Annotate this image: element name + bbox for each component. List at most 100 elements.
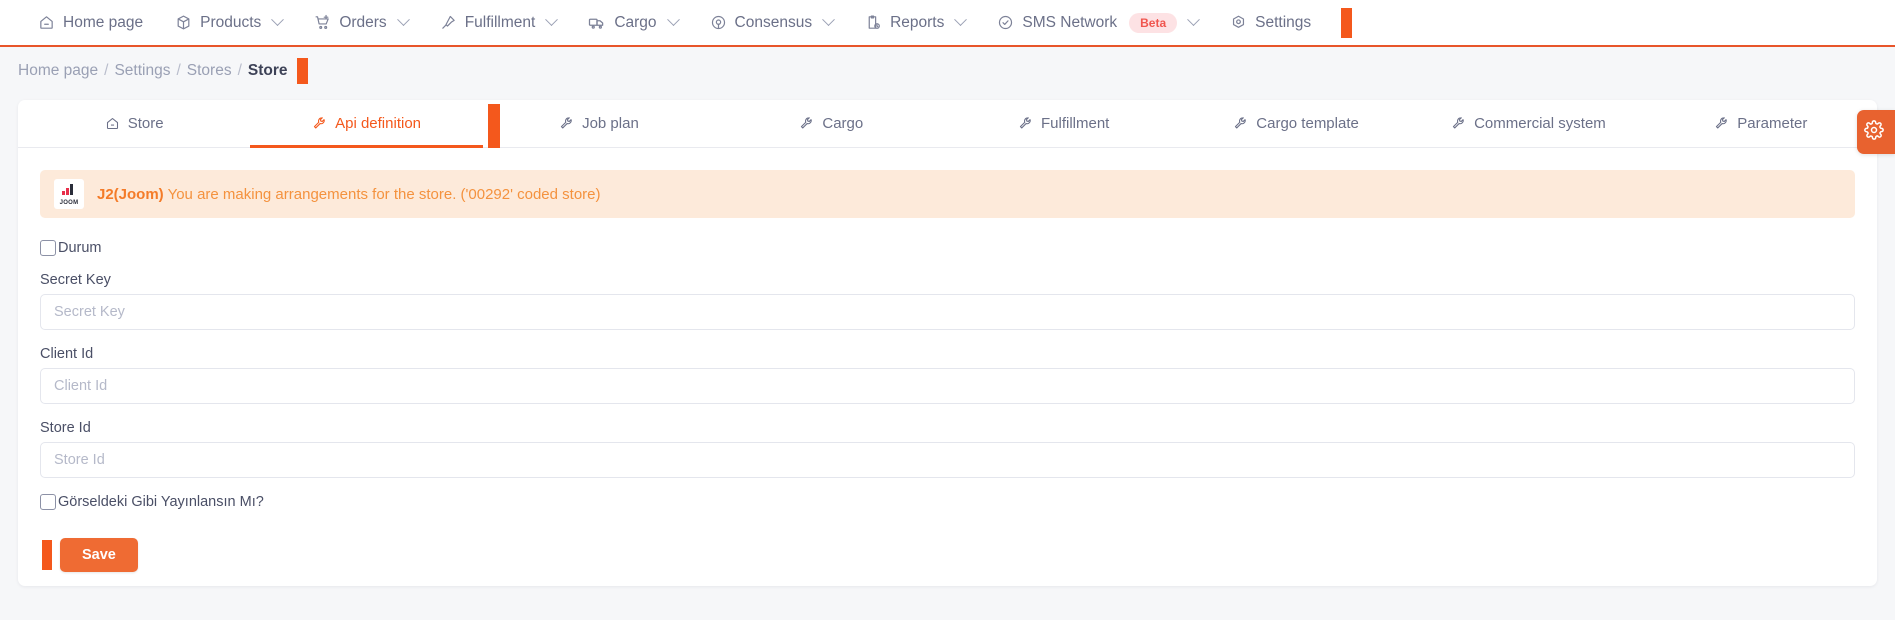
tab-fulfillment[interactable]: Fulfillment bbox=[948, 100, 1180, 147]
nav-label: Settings bbox=[1255, 13, 1312, 31]
field-secret-key: Secret Key bbox=[40, 272, 1855, 330]
nav-label: Consensus bbox=[734, 13, 813, 31]
status-checkbox-row: Durum bbox=[40, 240, 1855, 256]
home-icon bbox=[38, 14, 55, 31]
cursor-marker-breadcrumb bbox=[296, 57, 308, 84]
wrench-icon bbox=[559, 116, 574, 131]
tab-label: Cargo template bbox=[1256, 115, 1359, 132]
tab-api-definition[interactable]: Api definition bbox=[250, 100, 484, 148]
save-button[interactable]: Save bbox=[60, 538, 138, 572]
secret-key-label: Secret Key bbox=[40, 272, 111, 288]
publish-as-image-label: Görseldeki Gibi Yayınlansın Mı? bbox=[58, 494, 264, 510]
top-navigation-bar: Home page Products Orders Fulfillment Ca… bbox=[0, 0, 1895, 47]
joom-logo-text: JOOM bbox=[59, 200, 79, 206]
client-id-input[interactable] bbox=[40, 368, 1855, 404]
clipboard-clock-icon bbox=[865, 14, 882, 31]
client-id-label: Client Id bbox=[40, 346, 94, 362]
hexagon-gear-icon bbox=[1230, 14, 1247, 31]
nav-item-sms-network[interactable]: SMS Network Beta bbox=[981, 0, 1214, 45]
nav-item-reports[interactable]: Reports bbox=[849, 0, 981, 45]
publish-as-image-checkbox[interactable] bbox=[40, 494, 56, 510]
field-client-id: Client Id bbox=[40, 346, 1855, 404]
side-settings-panel-toggle[interactable] bbox=[1857, 110, 1895, 154]
status-badge: Beta bbox=[1129, 12, 1178, 33]
chevron-down-icon bbox=[666, 13, 680, 27]
banner-store-name: J2(Joom) bbox=[97, 185, 164, 203]
api-definition-form: Durum Secret Key Client Id Store Id Görs… bbox=[18, 218, 1877, 572]
wrench-icon bbox=[1233, 116, 1248, 131]
wrench-icon bbox=[799, 116, 814, 131]
breadcrumb-item-home-page[interactable]: Home page bbox=[18, 62, 98, 80]
chevron-down-icon bbox=[396, 13, 410, 27]
target-icon bbox=[710, 14, 727, 31]
chevron-down-icon bbox=[1187, 13, 1201, 27]
chevron-down-icon bbox=[271, 13, 285, 27]
nav-item-cargo[interactable]: Cargo bbox=[572, 0, 693, 45]
cursor-marker-nav bbox=[1341, 7, 1353, 38]
breadcrumb-item-current: Store bbox=[247, 61, 288, 79]
cart-plus-icon bbox=[314, 14, 331, 31]
nav-label: Reports bbox=[890, 13, 945, 31]
breadcrumb-separator: / bbox=[237, 61, 242, 79]
publish-checkbox-row: Görseldeki Gibi Yayınlansın Mı? bbox=[40, 494, 1855, 510]
wrench-icon bbox=[1018, 116, 1033, 131]
gear-icon bbox=[1864, 119, 1884, 145]
wrench-icon bbox=[312, 116, 327, 131]
tab-store[interactable]: Store bbox=[18, 100, 250, 147]
durum-checkbox-label: Durum bbox=[58, 240, 102, 256]
tab-label: Cargo bbox=[822, 115, 864, 132]
breadcrumb-separator: / bbox=[104, 61, 109, 79]
store-id-label: Store Id bbox=[40, 420, 91, 436]
nav-label: Fulfillment bbox=[464, 13, 536, 31]
check-circle-icon bbox=[997, 14, 1014, 31]
tab-job-plan[interactable]: Job plan bbox=[483, 100, 715, 147]
nav-label: SMS Network bbox=[1022, 13, 1118, 31]
chevron-down-icon bbox=[822, 13, 835, 27]
banner-message-text: You are making arrangements for the stor… bbox=[163, 185, 601, 203]
nav-item-orders[interactable]: Orders bbox=[298, 0, 423, 45]
breadcrumb-item-settings[interactable]: Settings bbox=[114, 62, 170, 80]
tab-bar: Store Api definition Job plan Cargo Fulf bbox=[18, 100, 1877, 148]
cursor-marker-tab bbox=[488, 104, 500, 148]
breadcrumb-item-stores[interactable]: Stores bbox=[187, 62, 232, 80]
secret-key-input[interactable] bbox=[40, 294, 1855, 330]
banner-message: J2(Joom) You are making arrangements for… bbox=[97, 186, 601, 203]
nav-label: Orders bbox=[339, 13, 387, 31]
tab-label: Job plan bbox=[582, 115, 639, 132]
tab-cargo[interactable]: Cargo bbox=[715, 100, 947, 147]
chevron-down-icon bbox=[545, 13, 559, 27]
tab-label: Fulfillment bbox=[1041, 115, 1110, 132]
nav-label: Cargo bbox=[614, 13, 657, 31]
nav-label: Products bbox=[200, 13, 262, 31]
nav-item-consensus[interactable]: Consensus bbox=[694, 0, 850, 45]
tab-label: Store bbox=[127, 115, 164, 132]
tab-commercial-system[interactable]: Commercial system bbox=[1412, 100, 1644, 147]
nav-item-home-page[interactable]: Home page bbox=[22, 0, 159, 45]
breadcrumb-separator: / bbox=[176, 61, 181, 79]
tab-parameter[interactable]: Parameter bbox=[1645, 100, 1877, 147]
wrench-icon bbox=[1451, 116, 1466, 131]
chevron-down-icon bbox=[954, 13, 968, 27]
pin-icon bbox=[440, 14, 457, 31]
nav-item-settings[interactable]: Settings bbox=[1214, 0, 1327, 45]
tab-cargo-template[interactable]: Cargo template bbox=[1180, 100, 1412, 147]
tab-label: Api definition bbox=[335, 115, 422, 132]
breadcrumb: Home page / Settings / Stores / Store bbox=[0, 47, 1895, 94]
save-row: Save bbox=[40, 538, 1855, 572]
nav-label: Home page bbox=[63, 13, 144, 31]
tab-label: Commercial system bbox=[1474, 115, 1606, 132]
field-store-id: Store Id bbox=[40, 420, 1855, 478]
nav-item-fulfillment[interactable]: Fulfillment bbox=[424, 0, 573, 45]
durum-checkbox[interactable] bbox=[40, 240, 56, 256]
box-icon bbox=[175, 14, 192, 31]
nav-item-products[interactable]: Products bbox=[159, 0, 298, 45]
store-info-banner: JOOM J2(Joom) You are making arrangement… bbox=[40, 170, 1855, 218]
cursor-marker-save bbox=[42, 540, 52, 570]
tab-label: Parameter bbox=[1737, 115, 1808, 132]
store-id-input[interactable] bbox=[40, 442, 1855, 478]
truck-icon bbox=[588, 14, 606, 32]
store-settings-card: Store Api definition Job plan Cargo Fulf bbox=[18, 100, 1895, 586]
joom-logo-icon: JOOM bbox=[54, 179, 84, 209]
home-icon bbox=[105, 116, 120, 131]
wrench-icon bbox=[1714, 116, 1729, 131]
